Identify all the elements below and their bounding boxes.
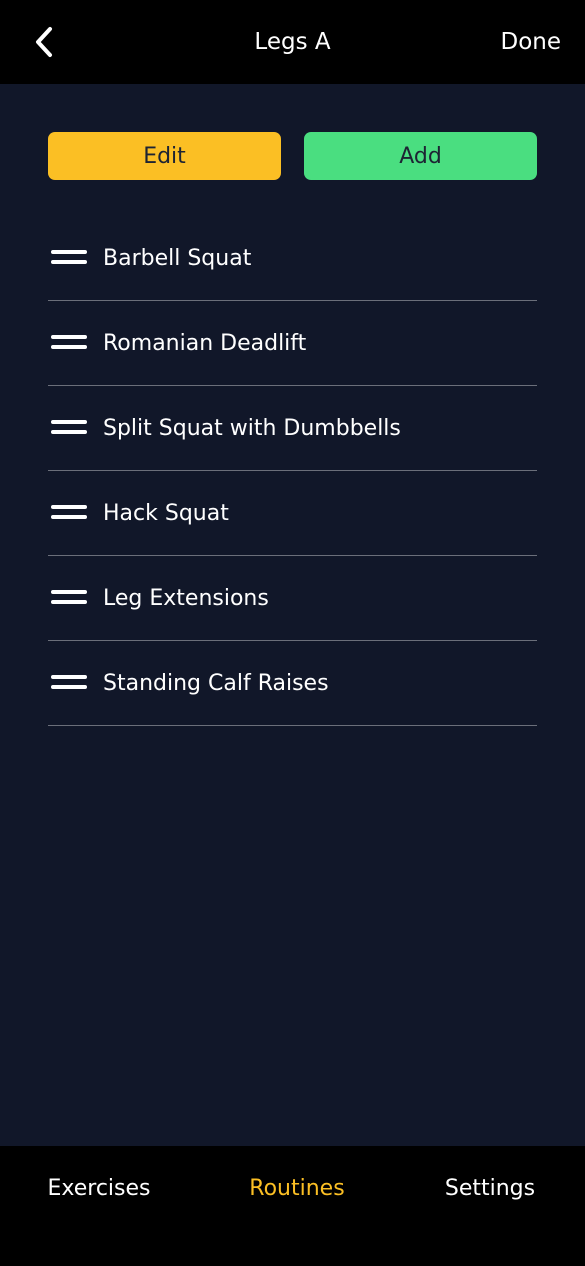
exercise-name: Romanian Deadlift [103,330,307,356]
drag-handle-icon[interactable] [51,248,87,268]
page-title: Legs A [254,29,331,55]
drag-handle-icon[interactable] [51,333,87,353]
back-button[interactable] [24,22,64,62]
drag-handle-icon[interactable] [51,673,87,693]
routine-screen: Legs A Done Edit Add Barbell Squat Roman… [0,0,585,1266]
edit-button[interactable]: Edit [48,132,281,180]
list-item[interactable]: Split Squat with Dumbbells [48,386,537,471]
tab-exercises[interactable]: Exercises [28,1146,170,1232]
exercise-list: Barbell Squat Romanian Deadlift Split Sq… [48,216,537,726]
list-item[interactable]: Hack Squat [48,471,537,556]
exercise-name: Leg Extensions [103,585,269,611]
exercise-name: Hack Squat [103,500,229,526]
exercise-name: Barbell Squat [103,245,252,271]
drag-handle-icon[interactable] [51,418,87,438]
chevron-left-icon [36,27,52,57]
list-item[interactable]: Standing Calf Raises [48,641,537,726]
drag-handle-icon[interactable] [51,588,87,608]
add-button[interactable]: Add [304,132,537,180]
tab-settings[interactable]: Settings [420,1146,560,1232]
tab-routines[interactable]: Routines [227,1146,367,1232]
list-item[interactable]: Romanian Deadlift [48,301,537,386]
bottom-tab-bar: Exercises Routines Settings [0,1146,585,1266]
exercise-name: Standing Calf Raises [103,670,329,696]
drag-handle-icon[interactable] [51,503,87,523]
list-item[interactable]: Leg Extensions [48,556,537,641]
top-nav-bar: Legs A Done [0,0,585,84]
list-item[interactable]: Barbell Squat [48,216,537,301]
exercise-name: Split Squat with Dumbbells [103,415,401,441]
done-button[interactable]: Done [500,0,561,84]
